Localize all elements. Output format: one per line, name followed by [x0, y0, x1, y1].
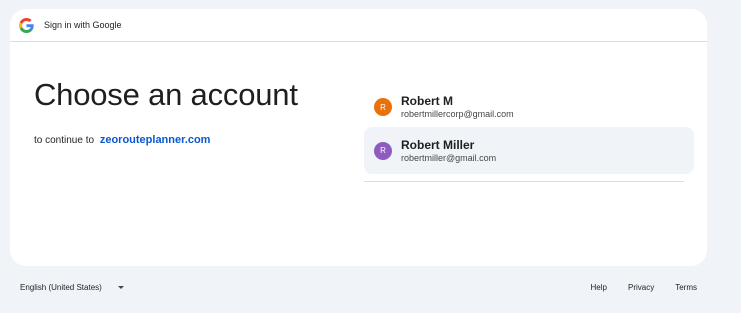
account-item-robert-miller[interactable]: R Robert Miller robertmiller@gmail.com — [364, 127, 694, 174]
google-logo-icon — [19, 17, 34, 33]
page-title: Choose an account — [34, 77, 298, 112]
account-name: Robert M — [401, 94, 453, 108]
card-header: Sign in with Google — [10, 9, 707, 42]
language-select[interactable]: English (United States) — [20, 283, 124, 292]
footer: English (United States) Help Privacy Ter… — [0, 280, 741, 296]
continue-line: to continue to zeorouteplanner.com — [34, 134, 210, 146]
account-info: Robert Miller robertmiller@gmail.com — [401, 138, 496, 164]
account-list: R Robert M robertmillercorp@gmail.com R … — [364, 87, 694, 182]
account-info: Robert M robertmillercorp@gmail.com — [401, 94, 514, 120]
divider — [364, 181, 684, 182]
account-email: robertmiller@gmail.com — [401, 152, 497, 163]
chevron-down-icon — [117, 286, 124, 289]
language-label: English (United States) — [20, 283, 102, 292]
avatar: R — [374, 141, 392, 160]
signin-card: Sign in with Google Choose an account to… — [10, 9, 707, 266]
privacy-link[interactable]: Privacy — [628, 283, 654, 292]
terms-link[interactable]: Terms — [675, 283, 697, 292]
continue-prefix: to continue to — [34, 135, 95, 146]
help-link[interactable]: Help — [591, 283, 607, 292]
avatar: R — [374, 98, 392, 116]
account-item-robert-m[interactable]: R Robert M robertmillercorp@gmail.com — [364, 87, 694, 127]
account-name: Robert Miller — [401, 137, 475, 152]
account-email: robertmillercorp@gmail.com — [401, 109, 514, 119]
site-link[interactable]: zeorouteplanner.com — [100, 134, 211, 146]
header-title: Sign in with Google — [44, 20, 122, 30]
footer-links: Help Privacy Terms — [570, 283, 697, 292]
